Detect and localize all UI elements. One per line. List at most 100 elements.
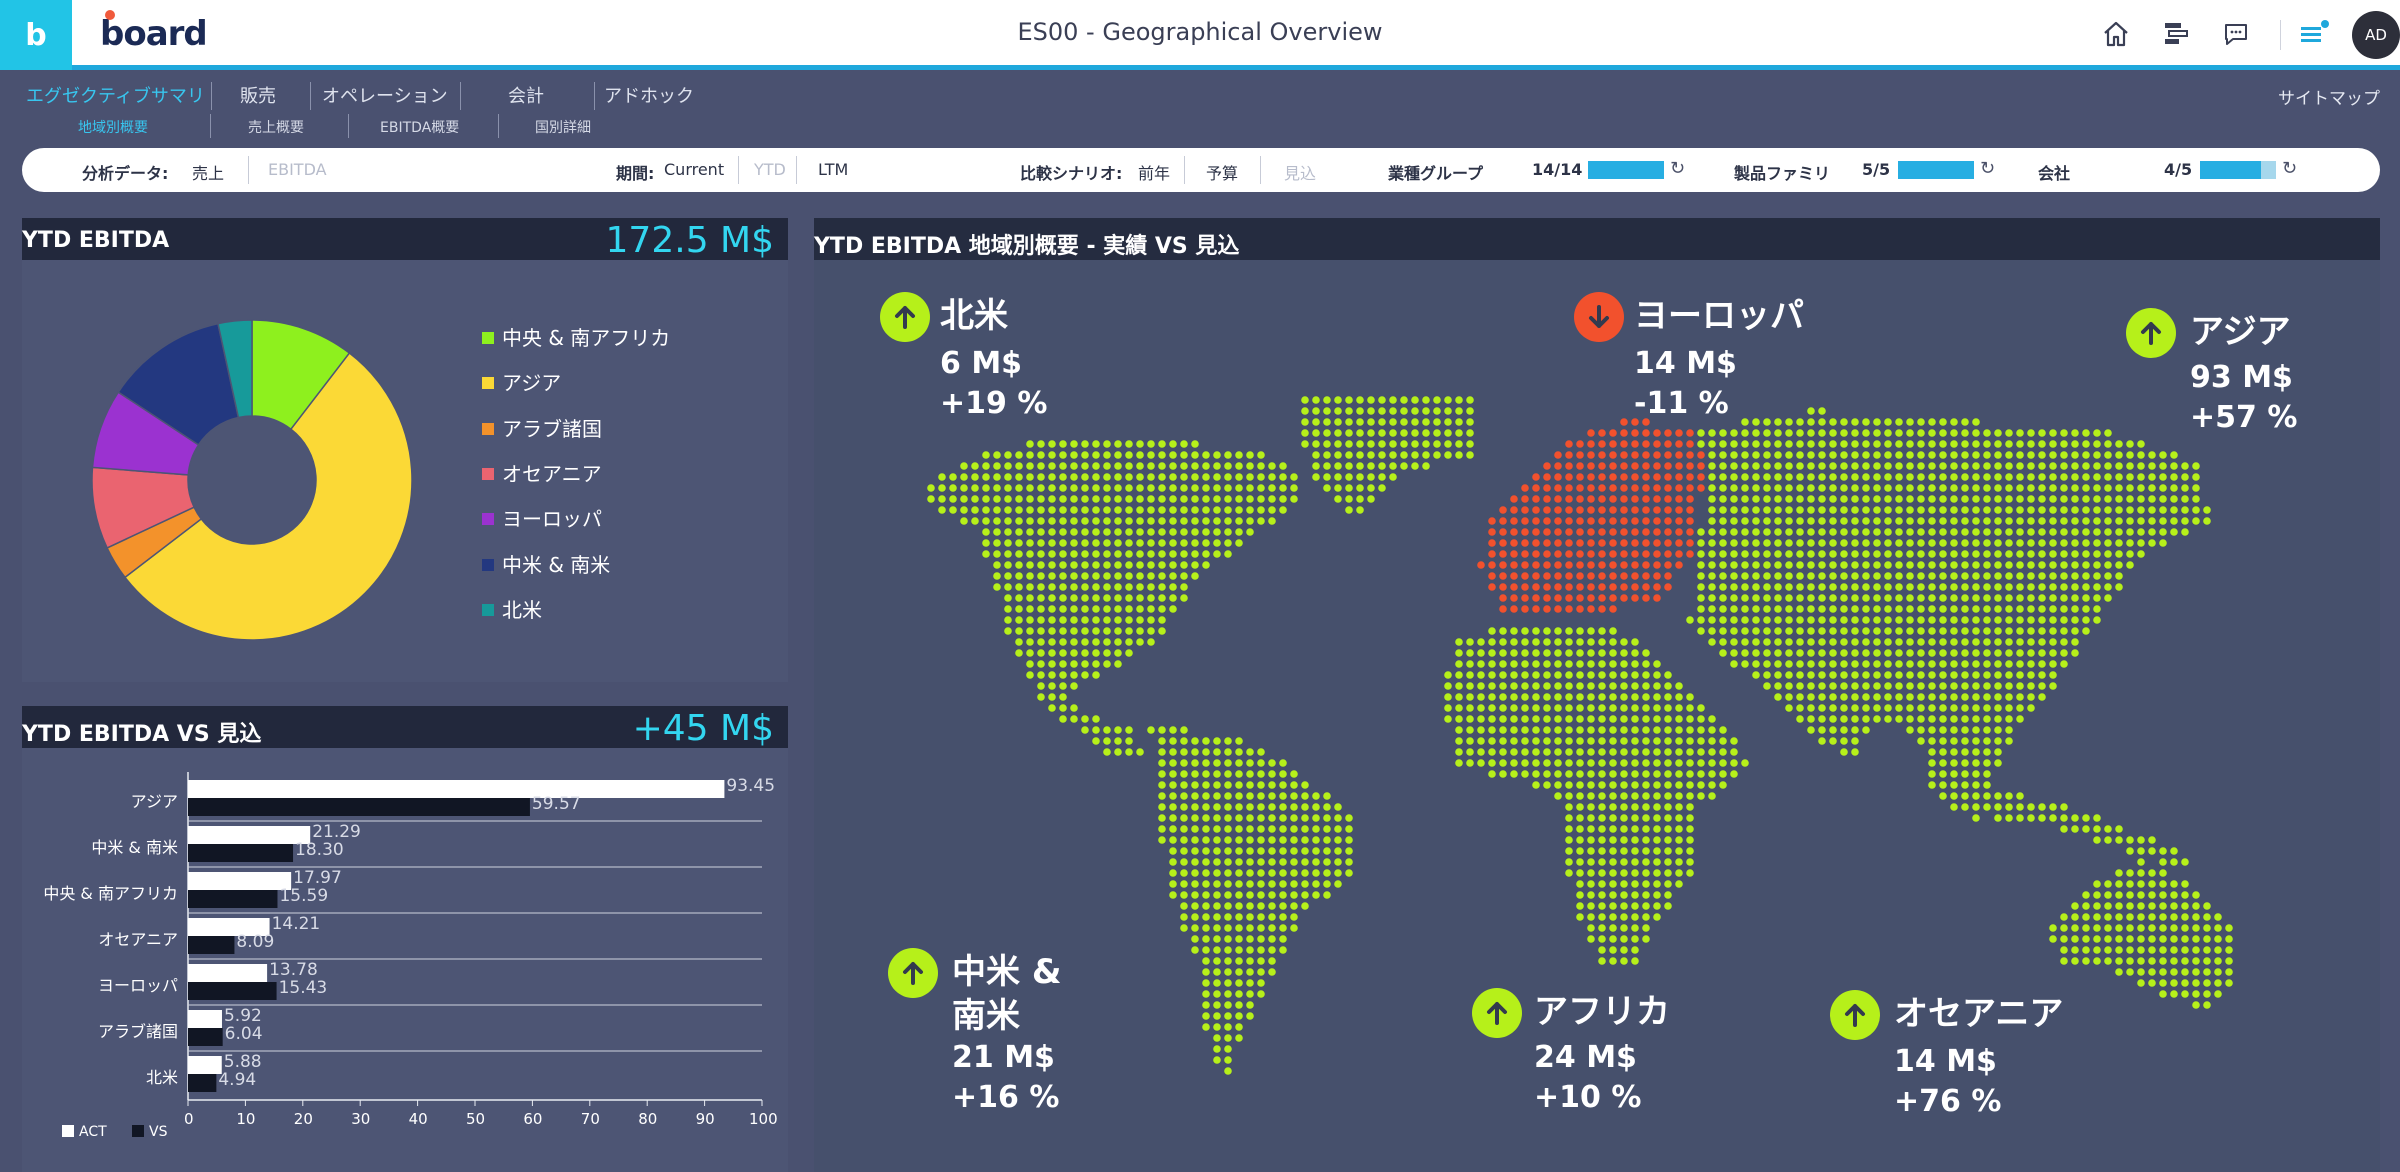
product-family-reset-icon[interactable]: ↻ — [1980, 158, 1995, 179]
x-tick-label: 20 — [293, 1110, 313, 1128]
legend-swatch — [482, 422, 494, 435]
industry-group-bar — [1588, 161, 1664, 179]
region-value: 21 M$ — [952, 1040, 1055, 1075]
page-title: ES00 - Geographical Overview — [1017, 18, 1383, 46]
subnav-country-detail[interactable]: 国別詳細 — [535, 117, 591, 137]
region-percent: +57 % — [2190, 400, 2298, 435]
analysis-option-sales[interactable]: 売上 — [192, 160, 224, 184]
region-name: 北米 — [940, 296, 1008, 336]
period-option-ltm[interactable]: LTM — [818, 160, 848, 179]
scenario-option-forecast[interactable]: 見込 — [1284, 160, 1316, 184]
legend-item[interactable]: アラブ諸国 — [482, 413, 602, 442]
bar-value-label: 15.43 — [278, 978, 328, 998]
panel-header: YTD EBITDA 地域別概要 - 実績 VS 見込 — [814, 218, 2380, 260]
legend-item[interactable]: 中米 & 南米 — [482, 549, 610, 578]
kpi-value: +45 M$ — [632, 708, 774, 749]
region-name: アフリカ — [1534, 992, 1670, 1032]
bar-category-label: アジア — [130, 792, 178, 811]
menu-icon[interactable] — [2294, 14, 2334, 54]
company-count: 4/5 — [2164, 160, 2193, 179]
nav-accounting[interactable]: 会計 — [508, 82, 544, 108]
top-bar: b board ES00 - Geographical Overview AD — [0, 0, 2400, 70]
arrow-up-icon — [2126, 308, 2176, 358]
company-reset-icon[interactable]: ↻ — [2282, 158, 2297, 179]
bar-value-label: 5.92 — [223, 1006, 262, 1026]
company-bar — [2200, 161, 2261, 179]
legend-item[interactable]: アジア — [482, 367, 561, 396]
ytd-ebitda-panel: YTD EBITDA 172.5 M$ 中央 & 南アフリカ アジアアラブ諸国オセ… — [22, 218, 788, 682]
region-percent: -11 % — [1634, 386, 1729, 421]
sitemap-link[interactable]: サイトマップ — [2278, 84, 2380, 109]
hierarchy-icon[interactable] — [2156, 14, 2196, 54]
scenario-label: 比較シナリオ: — [1020, 164, 1123, 183]
bar-category-label: アラブ諸国 — [97, 1022, 178, 1041]
bar-value-label: 93.45 — [726, 776, 776, 796]
region-name: ヨーロッパ — [1634, 296, 1804, 336]
x-tick-label: 70 — [580, 1110, 600, 1128]
industry-group-reset-icon[interactable]: ↻ — [1670, 158, 1685, 179]
panel-header: YTD EBITDA 172.5 M$ — [22, 218, 788, 261]
period-option-ytd[interactable]: YTD — [754, 160, 786, 179]
analysis-label: 分析データ: — [82, 164, 169, 183]
bar-category-label: オセアニア — [98, 930, 178, 949]
product-family-bar — [1898, 161, 1974, 179]
industry-group-count: 14/14 — [1532, 160, 1583, 179]
legend-label: 中米 & 南米 — [502, 552, 611, 577]
nav-sales[interactable]: 販売 — [240, 82, 276, 108]
legend-vs: VS — [132, 1124, 167, 1140]
subnav-sales-overview[interactable]: 売上概要 — [248, 117, 304, 137]
period-label: 期間: — [616, 164, 655, 183]
legend-label: アラブ諸国 — [502, 416, 602, 441]
arrow-up-icon — [888, 948, 938, 998]
x-tick-label: 50 — [466, 1110, 486, 1128]
x-tick-label: 90 — [695, 1110, 715, 1128]
x-tick-label: 0 — [184, 1110, 194, 1128]
bar-value-label: 4.94 — [218, 1070, 257, 1090]
bar-value-label: 18.30 — [295, 840, 344, 860]
scenario-option-budget[interactable]: 予算 — [1206, 160, 1238, 184]
panel-header: YTD EBITDA VS 見込 +45 M$ — [22, 706, 788, 749]
bar-category-label: 中央 & 南アフリカ — [43, 884, 178, 903]
arrow-down-icon — [1574, 292, 1624, 342]
subnav-regional-overview[interactable]: 地域別概要 — [78, 117, 148, 137]
region-percent: +10 % — [1534, 1080, 1642, 1115]
x-tick-label: 100 — [749, 1110, 778, 1128]
x-tick-label: 30 — [351, 1110, 371, 1128]
bar-category-label: 北米 — [145, 1068, 178, 1087]
nav-adhoc[interactable]: アドホック — [604, 82, 694, 108]
arrow-up-icon — [880, 292, 930, 342]
app-launcher-button[interactable]: b — [0, 0, 72, 70]
home-icon[interactable] — [2096, 14, 2136, 54]
bar-value-label: 59.57 — [531, 794, 581, 814]
legend-item[interactable]: ヨーロッパ — [482, 503, 602, 532]
legend-item[interactable]: 中央 & 南アフリカ — [482, 322, 670, 351]
region-percent: +19 % — [940, 386, 1048, 421]
kpi-value: 172.5 M$ — [605, 220, 774, 261]
legend-swatch — [482, 513, 494, 526]
nav-executive-summary[interactable]: エグゼクティブサマリ — [26, 82, 205, 108]
panel-title: YTD EBITDA 地域別概要 - 実績 VS 見込 — [814, 234, 1240, 259]
nav-operations[interactable]: オペレーション — [322, 82, 448, 108]
subnav-ebitda-overview[interactable]: EBITDA概要 — [380, 117, 459, 137]
x-tick-label: 40 — [408, 1110, 428, 1128]
analysis-option-ebitda[interactable]: EBITDA — [268, 160, 327, 179]
donut-chart — [91, 319, 413, 641]
scenario-option-prev-year[interactable]: 前年 — [1138, 160, 1170, 184]
industry-group-label[interactable]: 業種グループ — [1388, 160, 1483, 184]
region-value: 24 M$ — [1534, 1040, 1637, 1075]
avatar[interactable]: AD — [2352, 11, 2400, 59]
company-label[interactable]: 会社 — [2038, 160, 2070, 184]
period-option-current[interactable]: Current — [664, 160, 724, 179]
legend-item[interactable]: 北米 — [482, 594, 542, 623]
legend-item[interactable]: オセアニア — [482, 458, 602, 487]
chat-icon[interactable] — [2216, 14, 2256, 54]
region-name: オセアニア — [1894, 994, 2064, 1034]
bar-value-label: 14.21 — [271, 914, 321, 934]
product-family-label[interactable]: 製品ファミリ — [1734, 160, 1830, 184]
region-value: 6 M$ — [940, 346, 1023, 381]
legend-vs-label: VS — [149, 1124, 168, 1140]
board-logo[interactable]: board — [100, 10, 208, 54]
bar-value-label: 17.97 — [293, 868, 342, 888]
legend-act: ACT — [62, 1124, 107, 1140]
legend-swatch — [482, 377, 494, 390]
